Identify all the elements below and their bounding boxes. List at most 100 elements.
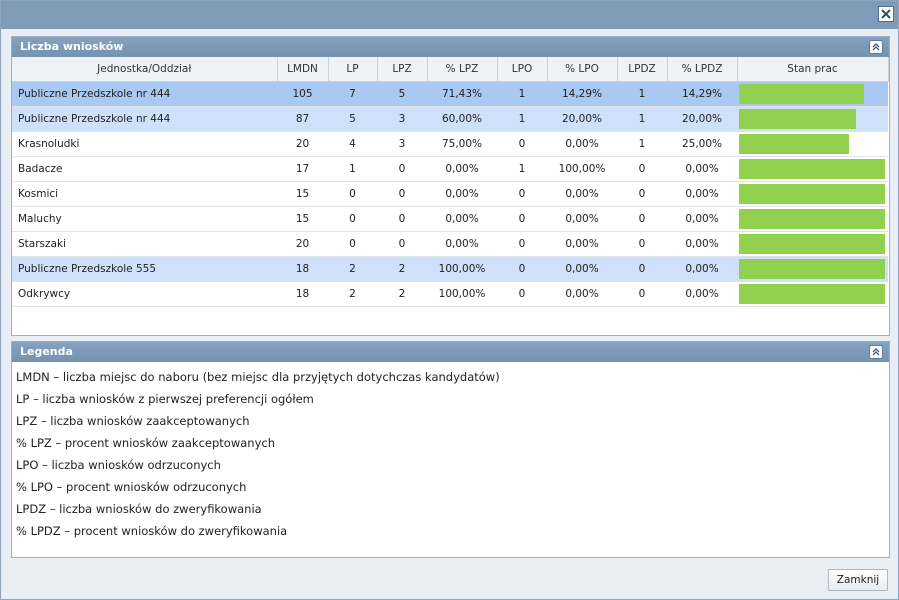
cell-lp: 2 — [328, 256, 377, 282]
legend-item: % LPDZ – procent wniosków do zweryfikowa… — [16, 524, 288, 538]
dialog-window: Liczba wniosków Jednostka/Oddział LMDN LP L… — [0, 0, 899, 600]
cell-lpz: 2 — [377, 281, 427, 307]
cell-progress — [737, 206, 888, 232]
legend-item: LPO – liczba wniosków odrzuconych — [16, 458, 221, 472]
cell-lp: 0 — [328, 206, 377, 232]
cell-lpz: 3 — [377, 131, 427, 157]
collapse-icon[interactable] — [869, 40, 883, 54]
column-header[interactable]: % LPDZ — [667, 57, 738, 82]
cell-pct-lpz: 100,00% — [427, 281, 497, 307]
close-button[interactable]: Zamknij — [828, 569, 888, 591]
cell-lpdz: 1 — [617, 106, 667, 132]
table-row[interactable]: Publiczne Przedszkole nr 444 105 7 5 71,43% 1… — [12, 81, 888, 107]
table-row[interactable]: Odkrywcy 18 2 2 100,00% 0 0,00% 0 0,00% — [12, 281, 888, 307]
cell-pct-lpz: 71,43% — [427, 81, 497, 107]
cell-progress — [737, 106, 888, 132]
cell-pct-lpz: 75,00% — [427, 131, 497, 157]
applications-panel-title: Liczba wniosków — [20, 40, 124, 53]
legend-item: LPZ – liczba wniosków zaakceptowanych — [16, 414, 250, 428]
cell-lmdn: 17 — [277, 156, 328, 182]
cell-pct-lpz: 100,00% — [427, 256, 497, 282]
cell-lpz: 5 — [377, 81, 427, 107]
cell-pct-lpo: 20,00% — [547, 106, 617, 132]
cell-pct-lpdz: 0,00% — [667, 181, 737, 207]
cell-name: Badacze — [12, 156, 277, 182]
column-header[interactable]: LMDN — [277, 57, 329, 82]
cell-lpo: 0 — [497, 281, 547, 307]
table-row[interactable]: Kosmici 15 0 0 0,00% 0 0,00% 0 0,00% — [12, 181, 888, 207]
legend-list: LMDN – liczba miejsc do naboru (bez miej… — [12, 362, 889, 542]
close-icon[interactable] — [878, 6, 894, 22]
progress-bar — [739, 134, 849, 154]
progress-bar — [739, 209, 885, 229]
cell-lpo: 0 — [497, 206, 547, 232]
cell-lpo: 1 — [497, 106, 547, 132]
cell-pct-lpo: 0,00% — [547, 131, 617, 157]
cell-lpz: 3 — [377, 106, 427, 132]
cell-progress — [737, 181, 888, 207]
legend-item: LP – liczba wniosków z pierwszej prefere… — [16, 392, 314, 406]
cell-pct-lpdz: 14,29% — [667, 81, 737, 107]
cell-pct-lpdz: 0,00% — [667, 206, 737, 232]
cell-lpdz: 0 — [617, 281, 667, 307]
progress-bar — [739, 234, 885, 254]
column-header[interactable]: LPDZ — [617, 57, 668, 82]
column-header[interactable]: % LPO — [547, 57, 618, 82]
cell-lpz: 2 — [377, 256, 427, 282]
cell-progress — [737, 81, 888, 107]
cell-lmdn: 105 — [277, 81, 328, 107]
table-row[interactable]: Publiczne Przedszkole nr 444 87 5 3 60,00% 1 2… — [12, 106, 888, 132]
cell-lpdz: 0 — [617, 256, 667, 282]
cell-pct-lpdz: 0,00% — [667, 281, 737, 307]
legend-panel-title: Legenda — [20, 345, 73, 358]
collapse-icon[interactable] — [869, 345, 883, 359]
table-row[interactable]: Starszaki 20 0 0 0,00% 0 0,00% 0 0,00% — [12, 231, 888, 257]
column-header[interactable]: Stan prac — [737, 57, 889, 82]
cell-lpo: 0 — [497, 256, 547, 282]
legend-item: % LPO – procent wniosków odrzuconych — [16, 480, 247, 494]
column-header[interactable]: LP — [328, 57, 378, 82]
cell-pct-lpo: 0,00% — [547, 206, 617, 232]
cell-lpo: 0 — [497, 231, 547, 257]
dialog-header — [1, 1, 898, 29]
table-row[interactable]: Badacze 17 1 0 0,00% 1 100,00% 0 0,00% — [12, 156, 888, 182]
cell-progress — [737, 281, 888, 307]
cell-pct-lpz: 0,00% — [427, 181, 497, 207]
progress-bar — [739, 109, 856, 129]
table-header-row: Jednostka/Oddział LMDN LP LPZ% LPZ LPO% LPO L… — [12, 57, 889, 82]
cell-lpo: 1 — [497, 81, 547, 107]
cell-lmdn: 87 — [277, 106, 328, 132]
cell-name: Publiczne Przedszkole nr 444 — [12, 106, 277, 132]
table-row[interactable]: Maluchy 15 0 0 0,00% 0 0,00% 0 0,00% — [12, 206, 888, 232]
table-row[interactable]: Krasnoludki 20 4 3 75,00% 0 0,00% 1 25,00% — [12, 131, 888, 157]
progress-bar — [739, 259, 885, 279]
cell-progress — [737, 256, 888, 282]
cell-lp: 5 — [328, 106, 377, 132]
cell-lmdn: 18 — [277, 281, 328, 307]
progress-bar — [739, 284, 885, 304]
cell-pct-lpdz: 0,00% — [667, 256, 737, 282]
cell-pct-lpo: 0,00% — [547, 256, 617, 282]
cell-pct-lpo: 0,00% — [547, 231, 617, 257]
progress-bar — [739, 184, 885, 204]
cell-pct-lpdz: 25,00% — [667, 131, 737, 157]
cell-name: Starszaki — [12, 231, 277, 257]
cell-lp: 2 — [328, 281, 377, 307]
applications-table: Jednostka/Oddział LMDN LP LPZ% LPZ LPO% LPO L… — [12, 57, 889, 307]
cell-lp: 0 — [328, 181, 377, 207]
cell-name: Maluchy — [12, 206, 277, 232]
table-row[interactable]: Publiczne Przedszkole 555 18 2 2 100,00% 0 0,0… — [12, 256, 888, 282]
legend-panel: Legenda LMDN – liczba miejsc do naboru (… — [11, 341, 890, 558]
column-header[interactable]: % LPZ — [427, 57, 498, 82]
cell-lpdz: 0 — [617, 181, 667, 207]
cell-lpdz: 0 — [617, 231, 667, 257]
cell-lpdz: 1 — [617, 131, 667, 157]
cell-lmdn: 20 — [277, 231, 328, 257]
cell-name: Publiczne Przedszkole nr 444 — [12, 81, 277, 107]
column-header[interactable]: LPO — [497, 57, 548, 82]
column-header[interactable]: LPZ — [377, 57, 428, 82]
cell-pct-lpdz: 0,00% — [667, 231, 737, 257]
dialog-body: Liczba wniosków Jednostka/Oddział LMDN LP L… — [1, 29, 898, 599]
column-header[interactable]: Jednostka/Oddział — [12, 57, 278, 82]
cell-pct-lpo: 0,00% — [547, 181, 617, 207]
